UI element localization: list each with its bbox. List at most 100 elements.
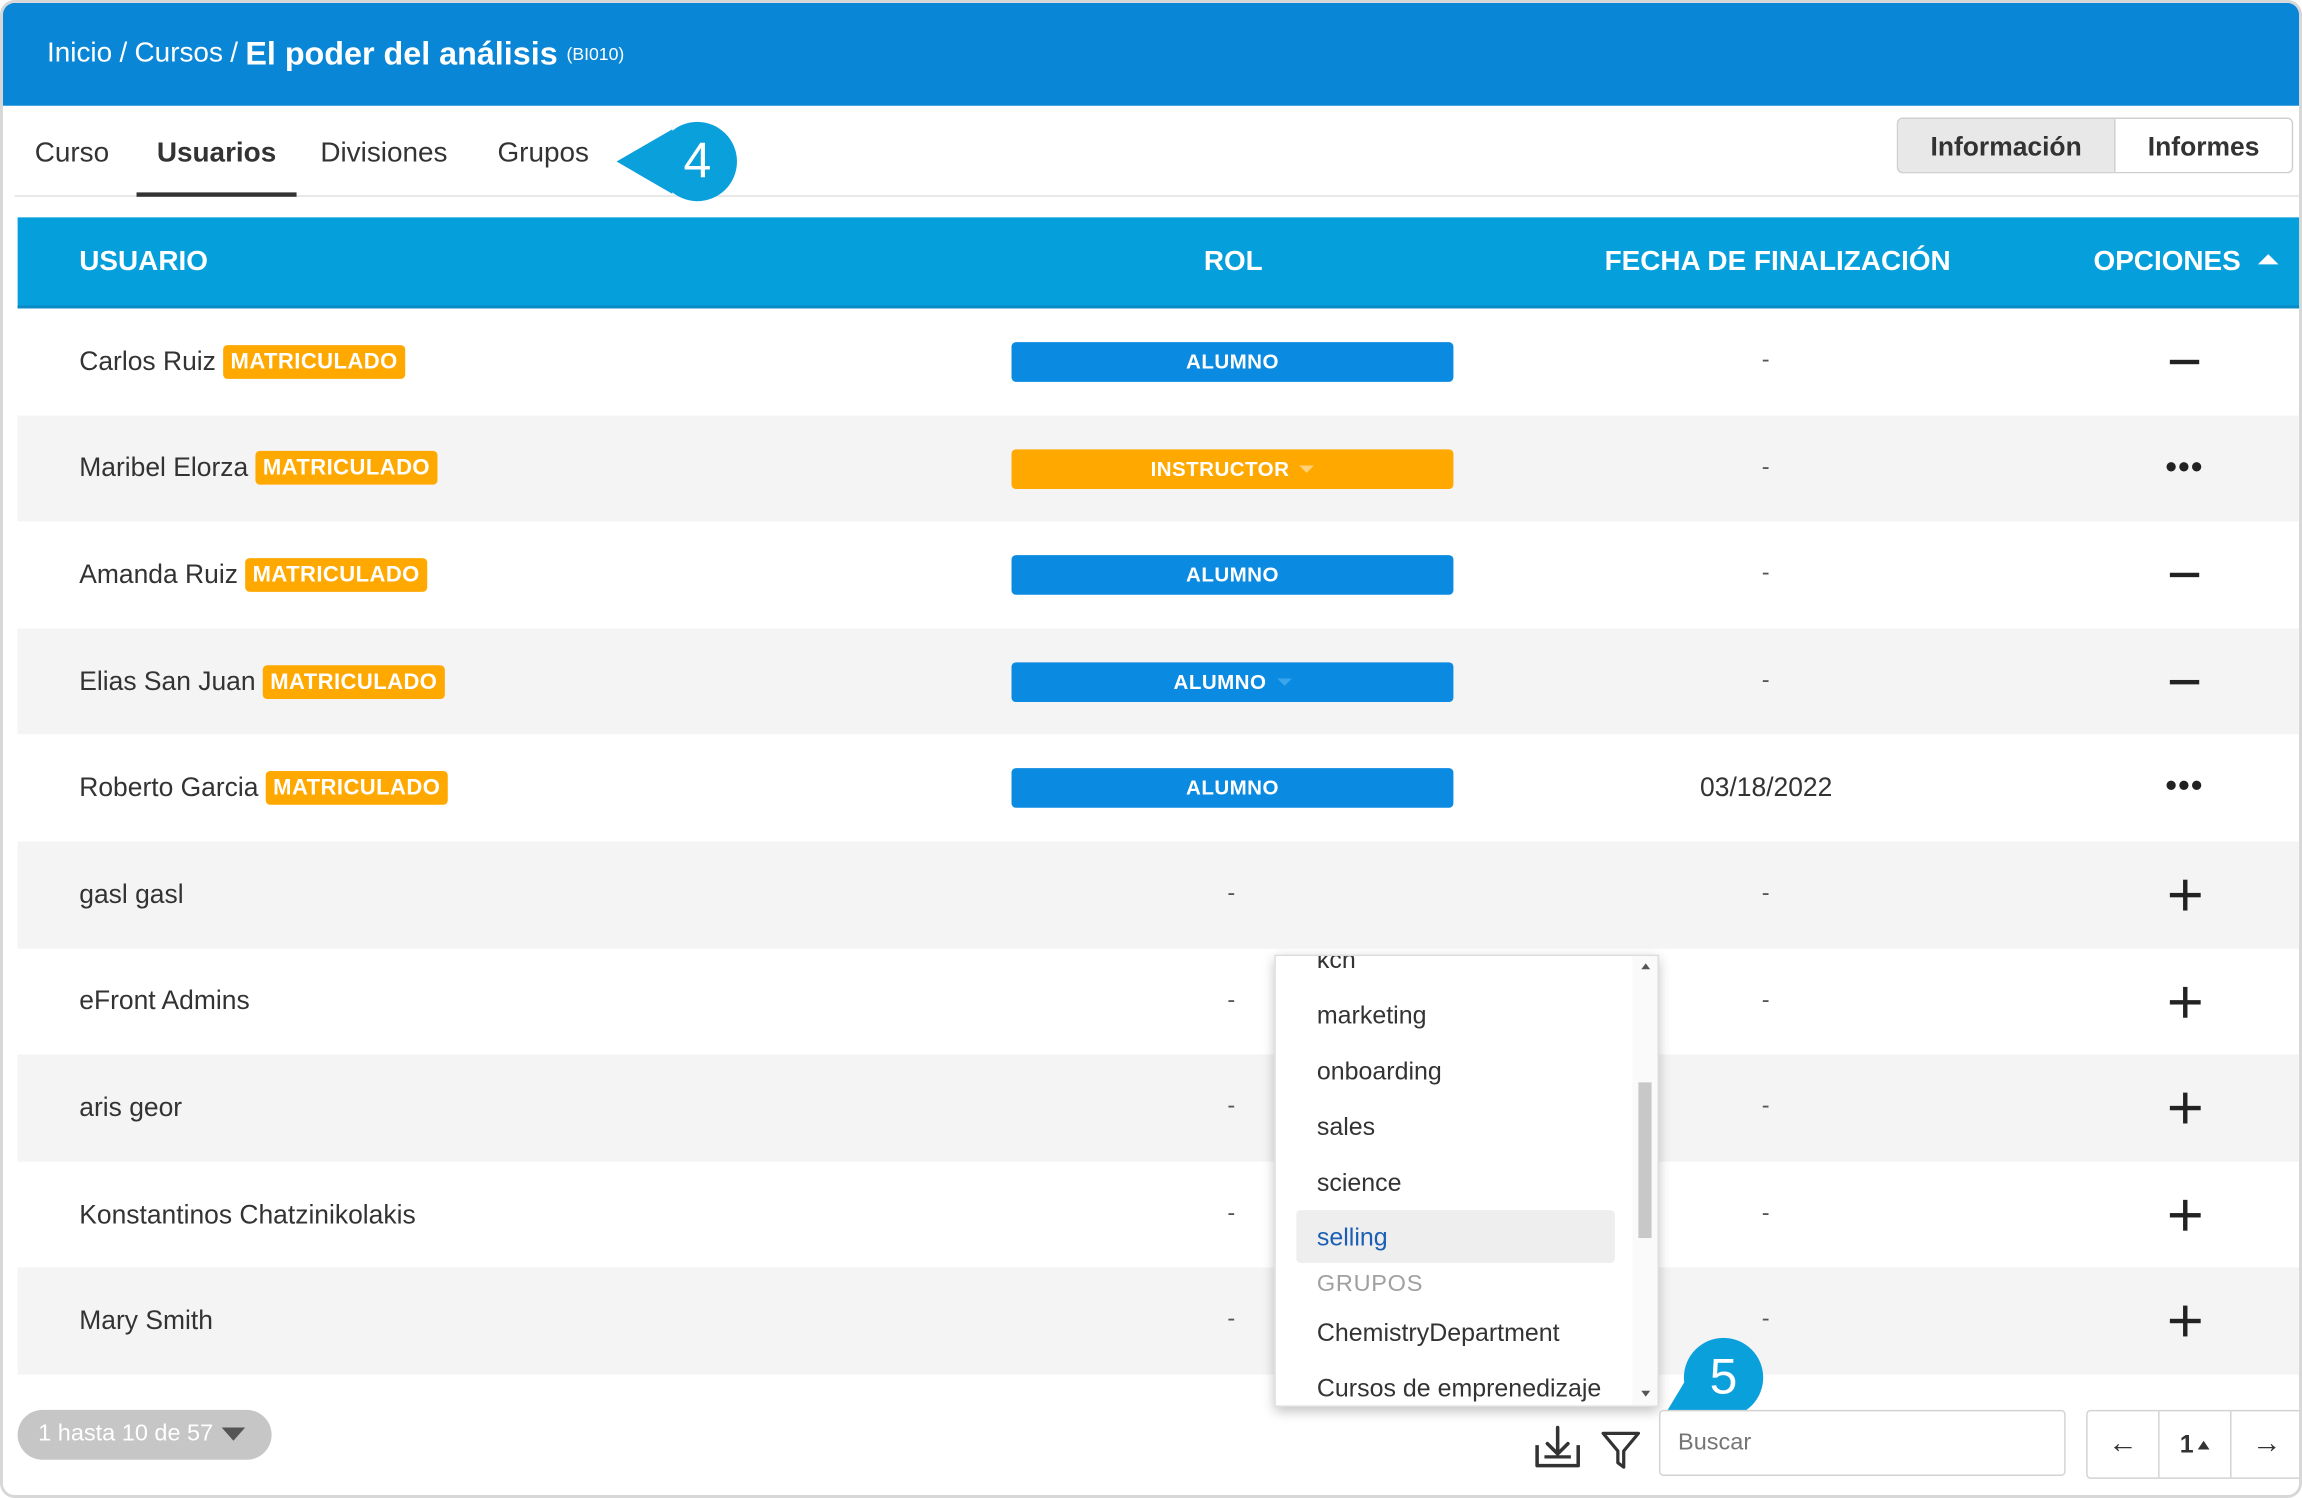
minus-icon: [2169, 359, 2200, 365]
role-button[interactable]: ALUMNO: [1011, 768, 1454, 809]
plus-icon: [2183, 879, 2188, 911]
tab-course[interactable]: Curso: [26, 106, 117, 197]
scrollbar-thumb[interactable]: [1638, 1082, 1652, 1239]
more-options-button[interactable]: •••: [2161, 735, 2208, 841]
role-label: INSTRUCTOR: [1150, 456, 1290, 480]
completion-date: -: [1761, 667, 1770, 693]
user-name[interactable]: Elias San Juan: [79, 666, 255, 697]
remove-user-button[interactable]: [2161, 308, 2208, 414]
completion-date: -: [1761, 561, 1770, 587]
more-icon: •••: [2165, 767, 2204, 804]
completion-date: -: [1761, 348, 1770, 374]
role-empty: -: [1227, 1307, 1236, 1333]
plus-icon: [2183, 1092, 2188, 1124]
page-selector[interactable]: 1: [2158, 1411, 2230, 1478]
dropdown-group-header: GRUPOS: [1316, 1271, 1424, 1297]
table-row: Carlos Ruiz MATRICULADO ALUMNO -: [18, 308, 2299, 415]
table-row: Roberto Garcia MATRICULADO ALUMNO 03/18/202…: [18, 735, 2299, 842]
prev-page-button[interactable]: ←: [2088, 1411, 2158, 1477]
role-label: ALUMNO: [1186, 775, 1279, 800]
user-name[interactable]: Carlos Ruiz: [79, 346, 216, 377]
dropdown-item[interactable]: kcn: [1317, 956, 1356, 975]
role-label: ALUMNO: [1186, 562, 1279, 587]
user-name[interactable]: Maribel Elorza: [79, 453, 248, 484]
role-label: ALUMNO: [1186, 349, 1279, 374]
page-size-selector[interactable]: 1 hasta 10 de 57: [17, 1409, 272, 1460]
callout-marker-5-label: 5: [1709, 1349, 1738, 1406]
user-cell: Maribel Elorza MATRICULADO: [79, 415, 438, 522]
table-row: eFront Admins - -: [18, 948, 2299, 1055]
user-name[interactable]: aris geor: [79, 1093, 182, 1124]
dropdown-item[interactable]: science: [1317, 1169, 1402, 1198]
completion-date: 03/18/2022: [1700, 773, 1833, 803]
dropdown-item[interactable]: Cursos de emprenedizaje: [1317, 1375, 1601, 1404]
table-row: Konstantinos Chatzinikolakis - -: [18, 1161, 2299, 1268]
user-cell: Amanda Ruiz MATRICULADO: [79, 522, 428, 629]
breadcrumb-courses[interactable]: Cursos: [135, 38, 223, 70]
reports-button[interactable]: Informes: [2115, 118, 2292, 172]
role-button[interactable]: ALUMNO: [1011, 662, 1454, 702]
column-header-role[interactable]: ROL: [1204, 217, 1263, 308]
dropdown-item[interactable]: onboarding: [1317, 1057, 1442, 1086]
callout-marker-4-label: 4: [683, 133, 712, 190]
filter-icon[interactable]: [1599, 1427, 1643, 1471]
breadcrumb-home[interactable]: Inicio: [47, 38, 112, 70]
info-button[interactable]: Información: [1898, 118, 2116, 172]
role-button[interactable]: ALUMNO: [1011, 342, 1454, 382]
add-user-button[interactable]: [2161, 841, 2208, 947]
completion-date: -: [1761, 454, 1770, 480]
user-name[interactable]: gasl gasl: [79, 879, 183, 910]
completion-date: -: [1761, 1094, 1770, 1120]
user-cell: Konstantinos Chatzinikolakis: [79, 1161, 415, 1268]
scroll-up-icon[interactable]: [1641, 963, 1651, 970]
role-empty: -: [1227, 1094, 1236, 1120]
user-name[interactable]: Konstantinos Chatzinikolakis: [79, 1199, 415, 1230]
column-header-user[interactable]: USUARIO: [79, 217, 208, 308]
column-header-completion[interactable]: FECHA DE FINALIZACIÓN: [1605, 217, 1951, 308]
remove-user-button[interactable]: [2161, 522, 2208, 628]
more-icon: •••: [2165, 447, 2204, 485]
add-user-button[interactable]: [2161, 948, 2208, 1054]
status-badge: MATRICULADO: [223, 344, 406, 379]
status-badge: MATRICULADO: [255, 451, 438, 486]
user-name[interactable]: Roberto Garcia: [79, 773, 258, 804]
user-cell: Carlos Ruiz MATRICULADO: [79, 308, 406, 415]
role-button[interactable]: ALUMNO: [1011, 555, 1454, 596]
filter-dropdown[interactable]: kcn marketing onboarding sales science s…: [1274, 954, 1659, 1407]
user-name[interactable]: eFront Admins: [79, 986, 249, 1017]
app-frame: Inicio / Cursos / El poder del análisis …: [0, 0, 2302, 1498]
pagination: ← 1 →: [2086, 1409, 2300, 1479]
add-user-button[interactable]: [2161, 1268, 2208, 1374]
user-cell: Mary Smith: [79, 1268, 213, 1375]
minus-icon: [2169, 679, 2200, 685]
users-table: USUARIO ROL FECHA DE FINALIZACIÓN OPCION…: [17, 217, 2300, 1375]
user-name[interactable]: Mary Smith: [79, 1306, 213, 1337]
completion-date: -: [1761, 881, 1770, 907]
user-name[interactable]: Amanda Ruiz: [79, 560, 238, 591]
download-icon[interactable]: [1533, 1425, 1583, 1472]
tab-divisions[interactable]: Divisiones: [313, 106, 455, 197]
plus-icon: [2183, 986, 2188, 1018]
role-button[interactable]: INSTRUCTOR: [1011, 448, 1454, 489]
sort-asc-icon: [2258, 254, 2279, 265]
scroll-down-icon[interactable]: [1641, 1390, 1651, 1397]
add-user-button[interactable]: [2161, 1055, 2208, 1161]
status-badge: MATRICULADO: [262, 664, 445, 699]
caret-down-icon: [1276, 678, 1292, 686]
dropdown-item-selected[interactable]: selling: [1317, 1223, 1388, 1252]
column-header-options[interactable]: OPCIONES: [2094, 217, 2279, 308]
breadcrumb: Inicio / Cursos / El poder del análisis …: [2, 2, 2300, 106]
more-options-button[interactable]: •••: [2161, 415, 2208, 521]
chevron-down-icon: [222, 1427, 246, 1441]
dropdown-item[interactable]: marketing: [1317, 1002, 1427, 1031]
search-input[interactable]: [1658, 1409, 2066, 1476]
dropdown-item[interactable]: ChemistryDepartment: [1317, 1319, 1560, 1348]
status-badge: MATRICULADO: [245, 558, 428, 592]
role-empty: -: [1227, 1200, 1236, 1226]
tab-groups[interactable]: Grupos: [490, 106, 596, 197]
next-page-button[interactable]: →: [2230, 1411, 2299, 1478]
dropdown-item[interactable]: sales: [1317, 1113, 1375, 1142]
remove-user-button[interactable]: [2161, 628, 2208, 734]
tab-users[interactable]: Usuarios: [136, 106, 297, 197]
add-user-button[interactable]: [2161, 1161, 2208, 1267]
